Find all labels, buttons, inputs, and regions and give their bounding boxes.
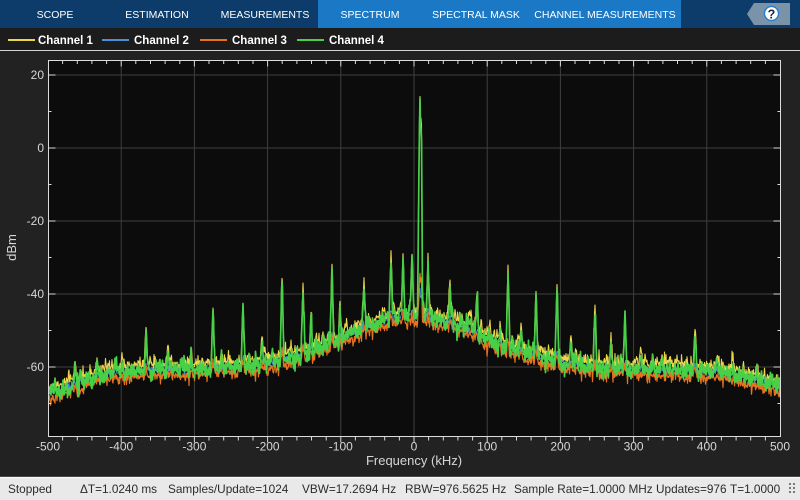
svg-text:300: 300 (624, 440, 644, 454)
svg-text:20: 20 (31, 68, 45, 82)
svg-text:400: 400 (697, 440, 717, 454)
svg-text:Samples/Update=1024: Samples/Update=1024 (168, 482, 289, 496)
svg-text:T=1.0000: T=1.0000 (730, 482, 781, 496)
svg-text:-40: -40 (27, 287, 45, 301)
svg-text:SCOPE: SCOPE (37, 9, 74, 21)
svg-text:Channel 1: Channel 1 (38, 35, 94, 47)
svg-text:200: 200 (550, 440, 570, 454)
svg-text:MEASUREMENTS: MEASUREMENTS (221, 9, 310, 21)
svg-text:-500: -500 (36, 440, 60, 454)
svg-text:Channel 2: Channel 2 (134, 35, 189, 47)
svg-text:Sample Rate=1.0000 MHz: Sample Rate=1.0000 MHz (514, 482, 653, 496)
svg-text:Frequency (kHz): Frequency (kHz) (366, 453, 462, 468)
svg-text:100: 100 (477, 440, 497, 454)
svg-text:Stopped: Stopped (8, 482, 52, 496)
svg-text:VBW=17.2694 Hz: VBW=17.2694 Hz (302, 482, 396, 496)
svg-text:-20: -20 (27, 214, 45, 228)
svg-text:-300: -300 (182, 440, 206, 454)
svg-text:Channel 4: Channel 4 (329, 35, 385, 47)
svg-text:ΔT=1.0240 ms: ΔT=1.0240 ms (80, 482, 157, 496)
svg-text:CHANNEL MEASUREMENTS: CHANNEL MEASUREMENTS (534, 9, 675, 21)
svg-text:500: 500 (770, 440, 790, 454)
svg-text:SPECTRUM: SPECTRUM (341, 9, 400, 21)
svg-text:-400: -400 (109, 440, 133, 454)
svg-text:0: 0 (411, 440, 418, 454)
svg-text:-100: -100 (329, 440, 353, 454)
svg-text:RBW=976.5625 Hz: RBW=976.5625 Hz (405, 482, 506, 496)
svg-text:-60: -60 (27, 360, 45, 374)
svg-text:ESTIMATION: ESTIMATION (125, 9, 188, 21)
svg-text:0: 0 (37, 141, 44, 155)
svg-text:dBm: dBm (4, 234, 19, 261)
svg-text:Updates=976: Updates=976 (656, 482, 727, 496)
svg-text:-200: -200 (256, 440, 280, 454)
svg-text:?: ? (768, 8, 776, 22)
svg-text:SPECTRAL MASK: SPECTRAL MASK (432, 9, 520, 21)
svg-text:Channel 3: Channel 3 (232, 35, 287, 47)
